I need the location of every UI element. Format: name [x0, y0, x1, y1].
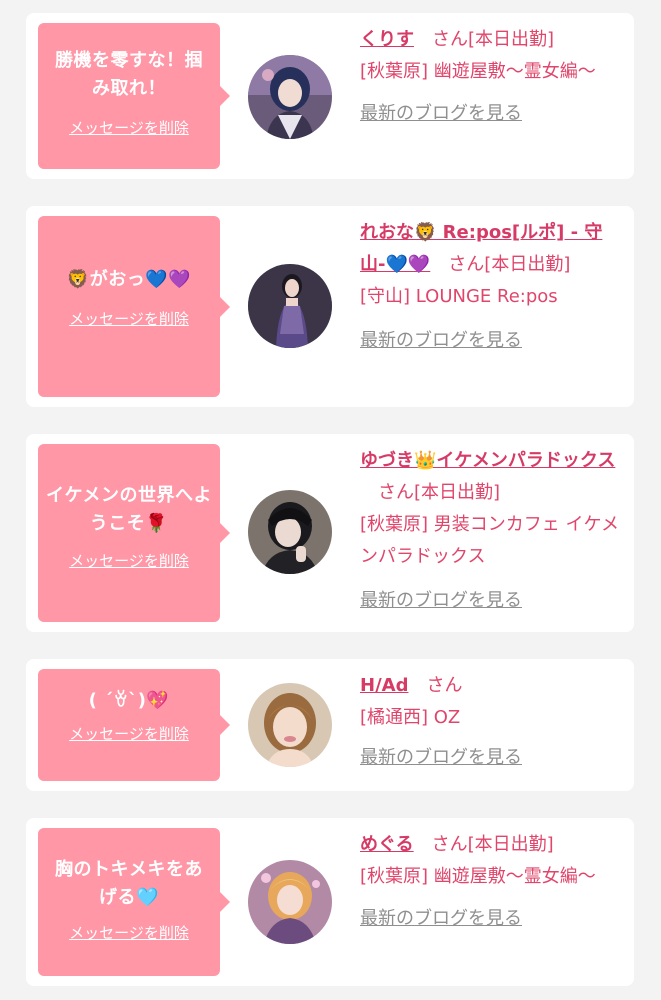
- avatar-photo-icon: [248, 55, 332, 139]
- latest-blog-link[interactable]: 最新のブログを見る: [360, 903, 626, 935]
- latest-blog-link[interactable]: 最新のブログを見る: [360, 585, 626, 617]
- cast-name-link[interactable]: ゆづき👑イケメンパラドックス: [360, 450, 615, 471]
- honorific: さん: [378, 482, 414, 503]
- delete-message-link[interactable]: メッセージを削除: [46, 922, 212, 943]
- delete-message-link[interactable]: メッセージを削除: [46, 723, 212, 744]
- cast-card: ( ´ꈊ`)💖 メッセージを削除 H/Ad さん [橘通西] OZ 最新のブログを…: [26, 659, 634, 791]
- avatar-photo-icon: [248, 490, 332, 574]
- cast-avatar[interactable]: [248, 683, 332, 767]
- attendance-status: [本日出勤]: [467, 834, 554, 855]
- message-bubble: 勝機を零すな！掴み取れ！ メッセージを削除: [38, 23, 230, 169]
- cast-card: 勝機を零すな！掴み取れ！ メッセージを削除 くりす さん[本日出勤] [秋葉原] …: [26, 13, 634, 179]
- cast-avatar[interactable]: [248, 860, 332, 944]
- message-bubble: 🦁がおっ💙💜 メッセージを削除: [38, 216, 230, 397]
- latest-blog-link[interactable]: 最新のブログを見る: [360, 98, 626, 130]
- cast-name-link[interactable]: H/Ad: [360, 675, 408, 696]
- shop-name: [橘通西] OZ: [360, 707, 461, 728]
- message-bubble: ( ´ꈊ`)💖 メッセージを削除: [38, 669, 230, 781]
- message-bubble: 胸のトキメキをあげる🩵 メッセージを削除: [38, 828, 230, 976]
- favorite-cast-list: 勝機を零すな！掴み取れ！ メッセージを削除 くりす さん[本日出勤] [秋葉原] …: [0, 0, 661, 1000]
- honorific: さん: [432, 29, 468, 50]
- cast-avatar[interactable]: [248, 264, 332, 348]
- cast-info: めぐる さん[本日出勤] [秋葉原] 幽遊屋敷〜霊女編〜 最新のブログを見る: [360, 829, 626, 935]
- shop-name: [秋葉原] 幽遊屋敷〜霊女編〜: [360, 61, 596, 82]
- shop-name: [秋葉原] 男装コンカフェ イケメンパラドックス: [360, 514, 619, 567]
- cast-avatar[interactable]: [248, 55, 332, 139]
- delete-message-link[interactable]: メッセージを削除: [46, 117, 212, 138]
- bubble-message: ( ´ꈊ`)💖: [88, 690, 170, 711]
- attendance-status: [本日出勤]: [484, 254, 571, 275]
- cast-info: くりす さん[本日出勤] [秋葉原] 幽遊屋敷〜霊女編〜 最新のブログを見る: [360, 24, 626, 130]
- avatar-photo-icon: [248, 683, 332, 767]
- bubble-message: 🦁がおっ💙💜: [66, 269, 192, 290]
- delete-message-link[interactable]: メッセージを削除: [46, 550, 212, 571]
- bubble-message: 胸のトキメキをあげる🩵: [55, 859, 203, 908]
- cast-name-link[interactable]: めぐる: [360, 834, 414, 855]
- latest-blog-link[interactable]: 最新のブログを見る: [360, 742, 626, 774]
- shop-name: [秋葉原] 幽遊屋敷〜霊女編〜: [360, 866, 596, 887]
- cast-card: イケメンの世界へようこそ🌹 メッセージを削除 ゆづき👑イケメンパラドックスさん[…: [26, 434, 634, 632]
- cast-card: 胸のトキメキをあげる🩵 メッセージを削除 めぐる さん[本日出勤] [秋葉原] 幽…: [26, 818, 634, 986]
- bubble-message: イケメンの世界へようこそ🌹: [46, 485, 212, 534]
- shop-name: [守山] LOUNGE Re:pos: [360, 286, 558, 307]
- bubble-message: 勝機を零すな！掴み取れ！: [55, 50, 203, 99]
- cast-avatar[interactable]: [248, 490, 332, 574]
- cast-name-link[interactable]: くりす: [360, 29, 414, 50]
- delete-message-link[interactable]: メッセージを削除: [46, 308, 212, 329]
- attendance-status: [本日出勤]: [468, 29, 555, 50]
- avatar-photo-icon: [248, 264, 332, 348]
- message-bubble: イケメンの世界へようこそ🌹 メッセージを削除: [38, 444, 230, 622]
- honorific: さん: [448, 254, 485, 275]
- cast-info: ゆづき👑イケメンパラドックスさん[本日出勤] [秋葉原] 男装コンカフェ イケメ…: [360, 445, 626, 617]
- avatar-photo-icon: [248, 860, 332, 944]
- cast-info: H/Ad さん [橘通西] OZ 最新のブログを見る: [360, 670, 626, 774]
- latest-blog-link[interactable]: 最新のブログを見る: [360, 325, 626, 357]
- honorific: さん: [426, 675, 463, 696]
- cast-card: 🦁がおっ💙💜 メッセージを削除 れおな🦁 Re:pos[ルポ] - 守山-💙💜 さ…: [26, 206, 634, 407]
- honorific: さん: [431, 834, 468, 855]
- cast-info: れおな🦁 Re:pos[ルポ] - 守山-💙💜 さん[本日出勤] [守山] LOU…: [360, 217, 626, 357]
- attendance-status: [本日出勤]: [414, 482, 501, 503]
